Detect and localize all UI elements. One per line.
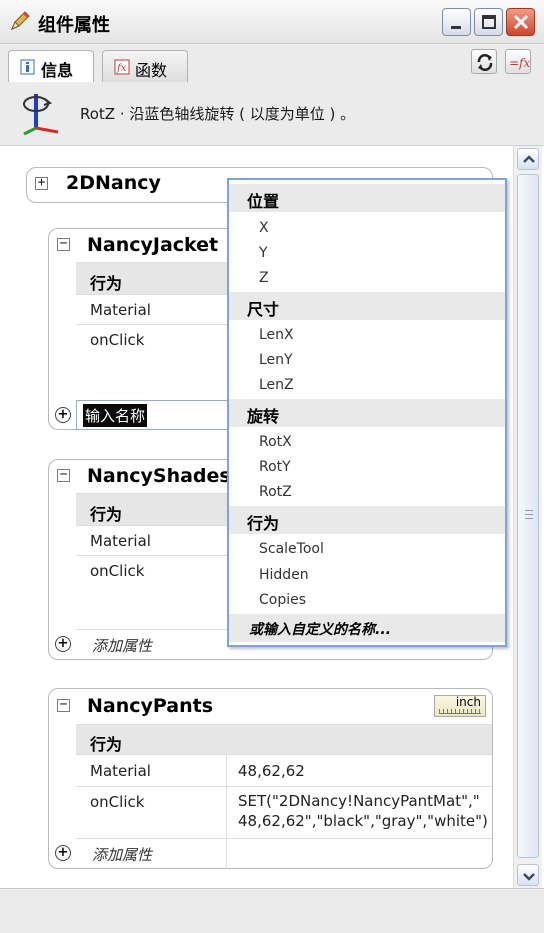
collapse-toggle-nancyjacket[interactable]: − (57, 237, 70, 251)
svg-text:fx: fx (116, 63, 127, 74)
chevron-down-icon (523, 873, 535, 881)
attribute-name: Material (90, 532, 151, 550)
attribute-row-material[interactable]: Material 48,62,62 (76, 754, 492, 787)
add-attribute-icon[interactable]: + (55, 845, 71, 861)
dropdown-item-x[interactable]: X (259, 220, 269, 236)
dropdown-custom-row[interactable]: 或输入自定义的名称... (229, 614, 505, 642)
tab-functions[interactable]: fx 函数 (102, 50, 188, 82)
dropdown-item-lenx[interactable]: LenX (259, 327, 294, 343)
dropdown-section-size: 尺寸 (229, 292, 505, 320)
scroll-down-button[interactable] (517, 864, 539, 886)
scroll-thumb[interactable] (517, 174, 539, 858)
dropdown-item-copies[interactable]: Copies (259, 592, 306, 608)
minimize-button[interactable] (442, 8, 471, 36)
scroll-grip (525, 510, 533, 519)
attribute-name: onClick (90, 793, 145, 811)
chevron-up-icon (523, 155, 535, 163)
dropdown-custom-name[interactable]: 或输入自定义的名称... (249, 619, 391, 639)
dropdown-section-rotation: 旋转 (229, 399, 505, 427)
column-divider (226, 755, 227, 787)
attribute-name: Material (90, 301, 151, 319)
attribute-name: onClick (90, 562, 145, 580)
attribute-name-input-text: 输入名称 (83, 404, 148, 427)
close-button[interactable] (506, 8, 535, 36)
dropdown-item-rotx[interactable]: RotX (259, 434, 292, 450)
tab-bar: 信息 fx 函数 (0, 44, 544, 83)
attribute-dropdown[interactable]: 位置 X Y Z 尺寸 LenX LenY LenZ 旋转 RotX RotY … (227, 178, 507, 647)
svg-text:=fx: =fx (509, 56, 530, 70)
window-title: 组件属性 (38, 15, 110, 36)
tab-info[interactable]: 信息 (8, 50, 94, 83)
minimize-icon (451, 26, 461, 29)
function-icon: fx (114, 59, 130, 75)
add-attribute-row[interactable]: 添加属性 (76, 838, 492, 869)
component-title-nancyshades: NancyShades (87, 465, 231, 487)
component-title-nancypants: NancyPants (87, 695, 214, 717)
column-divider (226, 839, 227, 869)
attribute-name: Material (90, 762, 151, 780)
collapse-toggle-nancypants[interactable]: − (57, 698, 70, 712)
info-panel: RotZ · 沿蓝色轴线旋转 ( 以度为单位 ) 。 (0, 82, 544, 146)
tab-functions-label: 函数 (135, 61, 168, 80)
attribute-row-onclick[interactable]: onClick SET("2DNancy!NancyPantMat"," 48,… (76, 786, 492, 839)
add-attribute-icon[interactable]: + (55, 407, 71, 423)
add-attribute-label: 添加属性 (92, 637, 153, 655)
unit-label: inch (455, 695, 481, 709)
scroll-up-button[interactable] (517, 148, 539, 170)
dropdown-item-leny[interactable]: LenY (259, 352, 293, 368)
title-bar[interactable]: 组件属性 (0, 0, 544, 44)
component-title-nancyjacket: NancyJacket (87, 234, 219, 256)
maximize-icon (482, 15, 496, 29)
dropdown-section-position: 位置 (229, 184, 505, 212)
behavior-label: 行为 (90, 505, 123, 524)
pencil-icon (11, 11, 30, 30)
tab-info-label: 信息 (41, 61, 74, 80)
refresh-icon (477, 54, 493, 71)
dropdown-item-lenz[interactable]: LenZ (259, 377, 294, 393)
behavior-header-nancypants: 行为 (76, 724, 492, 754)
add-attribute-icon[interactable]: + (55, 636, 71, 652)
dropdown-item-scaletool[interactable]: ScaleTool (259, 541, 324, 557)
dropdown-item-z[interactable]: Z (259, 270, 269, 286)
maximize-button[interactable] (474, 8, 503, 36)
rotation-axis-icon (23, 94, 59, 136)
attribute-name: onClick (90, 331, 145, 349)
refresh-button[interactable] (471, 49, 497, 74)
function-button[interactable]: =fx (505, 49, 531, 74)
behavior-label: 行为 (90, 735, 123, 754)
vertical-scrollbar[interactable] (513, 146, 542, 888)
column-divider (226, 787, 227, 839)
expand-toggle-2dnancy[interactable]: + (35, 176, 48, 190)
attribute-name-input[interactable]: 输入名称 (76, 400, 228, 430)
info-description: RotZ · 沿蓝色轴线旋转 ( 以度为单位 ) 。 (80, 105, 356, 123)
attribute-value[interactable]: 48,62,62 (238, 762, 305, 781)
close-icon (513, 14, 529, 30)
collapse-toggle-nancyshades[interactable]: − (57, 468, 70, 482)
status-bar (0, 888, 544, 933)
dropdown-section-behavior: 行为 (229, 506, 505, 534)
fx-icon: =fx (509, 56, 530, 70)
component-title-2dnancy: 2DNancy (66, 172, 161, 194)
behavior-label: 行为 (90, 274, 123, 293)
add-attribute-label: 添加属性 (92, 846, 153, 864)
info-icon (20, 59, 35, 75)
dropdown-item-hidden[interactable]: Hidden (259, 567, 309, 583)
dropdown-item-rotz[interactable]: RotZ (259, 484, 292, 500)
dropdown-item-roty[interactable]: RotY (259, 459, 291, 475)
attribute-value-line1[interactable]: SET("2DNancy!NancyPantMat"," (238, 792, 480, 811)
attribute-value-line2[interactable]: 48,62,62","black","gray","white") (238, 812, 488, 831)
dropdown-item-y[interactable]: Y (259, 245, 268, 261)
unit-toggle-button[interactable]: inch (434, 695, 486, 717)
